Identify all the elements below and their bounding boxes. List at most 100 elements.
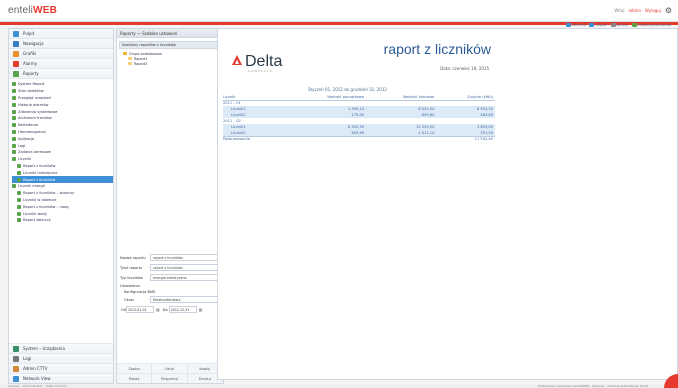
tree-item-label: Liczniki wody [23, 211, 47, 216]
table-cell [366, 135, 437, 142]
report-icon [12, 123, 16, 128]
tree-item[interactable]: Przegląd urządzeń [12, 95, 113, 102]
alarm-icon [13, 60, 19, 67]
report-toolbar: Zamknij Zapisz Drukuj Eksportuj do Excela [565, 23, 671, 27]
period-label: Okres [124, 297, 135, 302]
tree-item[interactable]: Aplikacje [12, 135, 113, 142]
tree-item[interactable]: Liczniki w obiekcie [12, 197, 113, 204]
user-link[interactable]: admin · Wyloguj [628, 8, 660, 13]
report-icon [17, 170, 21, 175]
tree-item[interactable]: Raport z liczników [12, 163, 113, 170]
tree-item[interactable]: Raport z liczników [12, 176, 113, 183]
action-button[interactable]: Pokaż [117, 374, 153, 383]
sidebar-bottom-item[interactable]: Admin CTTV [9, 363, 113, 373]
tree-item[interactable]: Historia alarmów [12, 101, 113, 108]
report-name-input[interactable]: raport z liczników [150, 254, 222, 261]
tree-item[interactable]: Liczniki [12, 156, 113, 163]
report-icon [12, 95, 16, 100]
tree-item-label: Harmonogramy [18, 129, 47, 134]
nav-item-label: Raporty [23, 71, 39, 76]
tree-item[interactable]: System Report [12, 81, 113, 88]
tree-item-label: Zadania okresowe [18, 150, 51, 155]
report-icon [17, 177, 21, 182]
graphics-icon [13, 50, 19, 57]
calendar-icon[interactable]: ▦ [199, 307, 203, 312]
report-icon [17, 191, 21, 196]
tree-item[interactable]: Stan obiektów [12, 88, 113, 95]
nav-item[interactable]: Alarmy [9, 59, 113, 69]
panel-title: Raporty ― Szablon ustawień [120, 30, 178, 36]
reports-icon [13, 70, 19, 77]
report-icon [12, 82, 16, 87]
tree-item-label: Raport z liczników [23, 177, 56, 182]
nav-item[interactable]: Raporty [9, 69, 113, 79]
tree-item[interactable]: Raport z liczników – nowy [12, 203, 113, 210]
to-date-input[interactable]: 2012-12-31 [168, 306, 197, 313]
tree-item-label: Historia alarmów [18, 102, 49, 107]
nav-item[interactable]: Pulpit [9, 29, 113, 39]
desktop-icon [13, 30, 19, 37]
tree-item[interactable]: Liczniki wody [12, 210, 113, 217]
tree-item[interactable]: Liczniki miesięczne [12, 169, 113, 176]
logo-text: enteli [8, 5, 34, 16]
app-logo[interactable]: enteliWEB [8, 5, 57, 16]
tree-item[interactable]: Zadania okresowe [12, 149, 113, 156]
meter-type-select[interactable]: energia elektryczna [150, 274, 222, 281]
toolbar-button[interactable]: Eksportuj do Excela [631, 23, 671, 27]
from-date-input[interactable]: 2012-01-01 [126, 306, 154, 313]
toolbar-button[interactable]: Zapisz [589, 23, 607, 27]
tree-item[interactable]: Archiwum trendów [12, 115, 113, 122]
period-select[interactable]: Niestandardowy [150, 296, 222, 303]
template-item[interactable]: Raport2 [123, 61, 223, 66]
action-button[interactable]: Usuń [152, 364, 188, 373]
report-icon [12, 109, 16, 114]
toolbar-icon [631, 23, 637, 27]
action-row: Pokaż Eksportuj Drukuj [117, 373, 223, 383]
tree-item[interactable]: Liczniki energii [12, 183, 113, 190]
report-title-input[interactable]: raport z liczników [150, 264, 222, 271]
action-button[interactable]: Zapisz [117, 364, 153, 373]
sidebar-bottom-item[interactable]: Network View [9, 373, 113, 383]
report-date: Data: czerwiec 18, 2015 [440, 66, 489, 71]
nav-item[interactable]: Grafiki [9, 49, 113, 59]
status-bar: Gotowe · Administrator · Delta Controls … [0, 384, 678, 388]
sidebar-bottom-item[interactable]: Logi [9, 353, 113, 363]
delta-logo-icon [232, 55, 242, 65]
gear-icon[interactable]: ⚙ [665, 6, 672, 15]
report-icon [17, 163, 21, 168]
nav-item-label: Pulpit [23, 31, 35, 36]
tree-item[interactable]: Raport z liczników – zbiorczy [12, 190, 113, 197]
status-right: Połączenie z serwerem enteliWEB · aktywn… [538, 384, 648, 388]
action-row: Zapisz Usuń Kopiuj [117, 363, 223, 373]
top-bar: enteliWEB Witaj admin · Wyloguj ⚙ [0, 0, 678, 22]
folder-icon [123, 51, 127, 56]
tree-item-label: Archiwum trendów [18, 116, 52, 121]
action-button[interactable]: Eksportuj [152, 374, 188, 383]
panel-actions: Zapisz Usuń Kopiuj Pokaż Eksportuj Drukuj [117, 363, 223, 383]
toolbar-button[interactable]: Zamknij [565, 23, 585, 27]
tree-item[interactable]: Logi [12, 142, 113, 149]
report-icon [17, 211, 21, 216]
tree-item[interactable]: Kalendarze [12, 122, 113, 129]
nav-item[interactable]: Nawigacja [9, 39, 113, 49]
toolbar-button[interactable]: Drukuj [610, 23, 628, 27]
type-label: Typ liczników [120, 275, 143, 280]
tree-item[interactable]: Zdarzenia systemowe [12, 108, 113, 115]
tree-item-label: Raport z liczników [23, 163, 56, 168]
meter-type-value: energia elektryczna [153, 275, 187, 280]
sidebar-bottom-item[interactable]: System – Urządzenia [9, 343, 113, 353]
templates-header: Szablony raportów z liczników – [119, 41, 221, 49]
devices-icon [13, 345, 19, 352]
toolbar-icon [589, 23, 595, 27]
report-icon [12, 157, 16, 162]
toolbar-label: Zapisz [595, 23, 607, 27]
calendar-icon[interactable]: ▦ [156, 307, 160, 312]
logo-accent: WEB [33, 5, 58, 16]
report-period: Styczeń 01, 2012 do grudzień 31, 2012 [308, 87, 387, 92]
tree-item[interactable]: Harmonogramy [12, 129, 113, 136]
templates-title: Szablony raportów z liczników [122, 43, 176, 47]
tree-item-label: Zdarzenia systemowe [18, 109, 58, 114]
tree-item[interactable]: Raport zbiorczy [12, 217, 113, 224]
template-item-label: Raport1 [134, 56, 148, 61]
period-value: Niestandardowy [153, 297, 181, 302]
